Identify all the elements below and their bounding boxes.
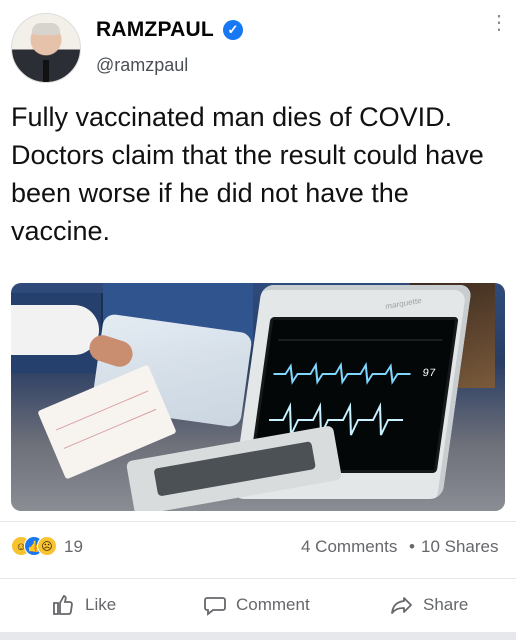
more-options-icon[interactable]: ⋮	[489, 13, 509, 48]
author-handle[interactable]: @ramzpaul	[96, 55, 188, 76]
comment-label: Comment	[236, 595, 310, 614]
post-photo[interactable]: marquette 97	[11, 283, 505, 511]
avatar[interactable]	[11, 13, 81, 83]
avatar-tie	[43, 60, 49, 82]
sad-react-icon[interactable]: ☹	[37, 536, 57, 556]
post-actions: Like Comment Share	[0, 578, 516, 633]
arm	[11, 305, 99, 355]
avatar-hair	[32, 23, 60, 35]
share-label: Share	[423, 595, 469, 614]
reaction-count[interactable]: 19	[64, 537, 83, 557]
like-button[interactable]: Like	[52, 593, 132, 617]
bottom-divider	[0, 632, 516, 640]
verified-badge-icon: ✓	[223, 20, 243, 40]
engagement-stats: ☺ 👍 ☹ 19 4 Comments • 10 Shares	[0, 521, 516, 578]
keyboard-keys	[153, 441, 316, 497]
heart-rate-readout: 97	[421, 368, 437, 380]
comment-bubble-icon	[204, 597, 226, 616]
like-label: Like	[85, 595, 117, 614]
thumbs-up-icon	[53, 595, 73, 615]
post-header: RAMZPAUL ✓ @ramzpaul ⋮	[0, 0, 516, 86]
share-arrow-icon	[391, 597, 412, 614]
comments-count[interactable]: 4 Comments	[301, 537, 397, 557]
separator-dot: •	[409, 537, 415, 556]
share-button[interactable]: Share	[390, 593, 490, 617]
shares-count[interactable]: 10 Shares	[421, 537, 499, 557]
comment-button[interactable]: Comment	[203, 593, 333, 617]
monitor-brand: marquette	[385, 295, 422, 312]
post-text: Fully vaccinated man dies of COVID. Doct…	[11, 102, 484, 246]
author-name[interactable]: RAMZPAUL	[96, 18, 214, 42]
